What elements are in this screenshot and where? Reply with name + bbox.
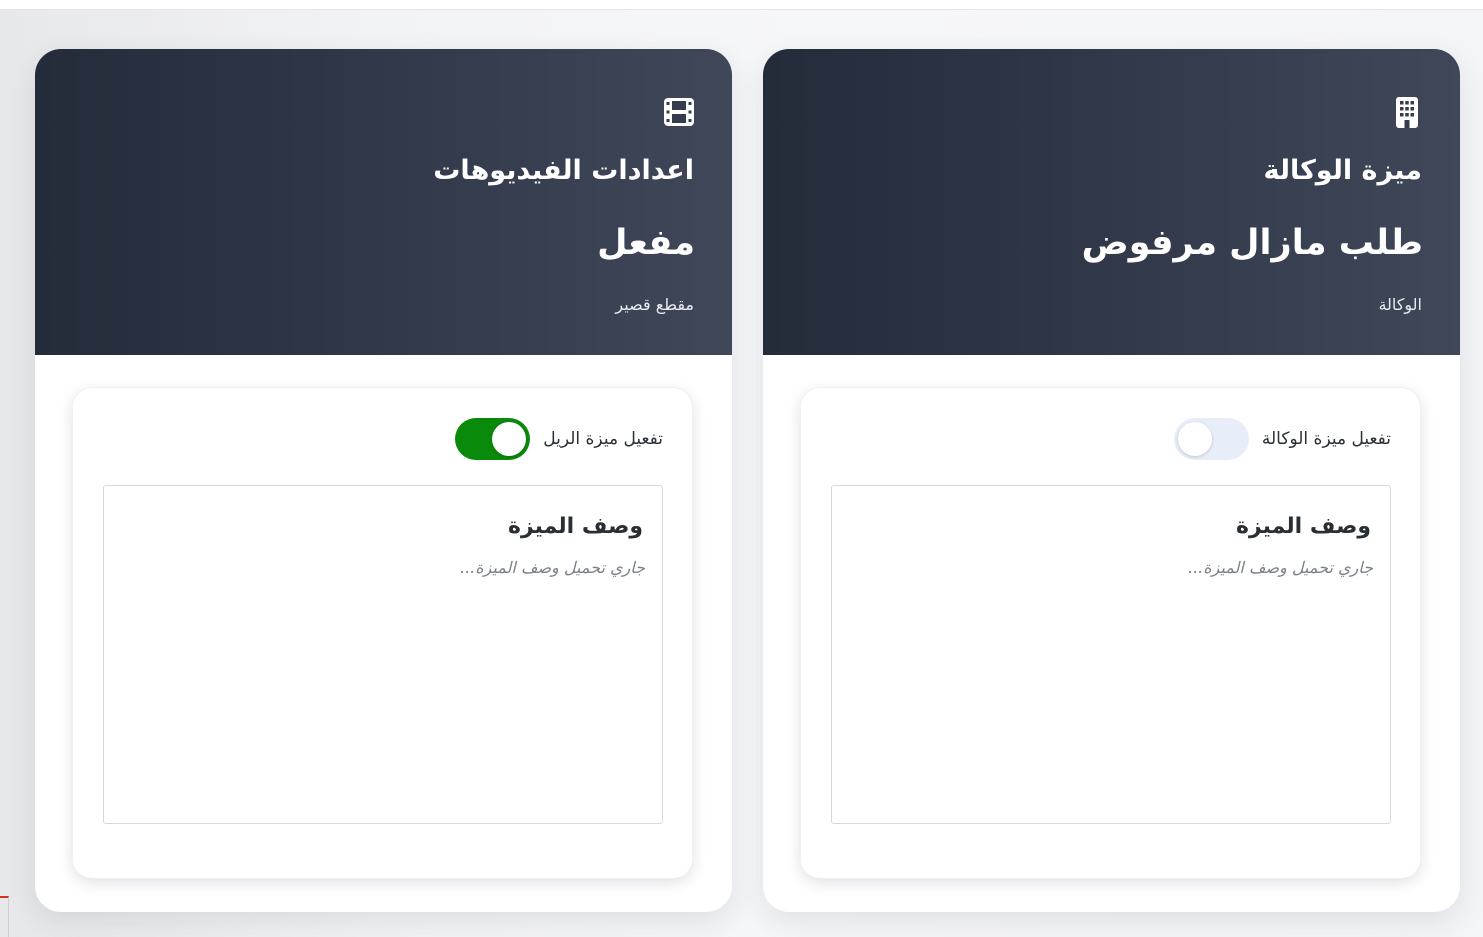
toggle-knob: [492, 422, 527, 456]
description-title: وصف الميزة: [1236, 514, 1371, 539]
card-title: ميزة الوكالة: [1263, 155, 1422, 186]
description-title: وصف الميزة: [508, 514, 643, 539]
card-title: اعدادات الفيديوهات: [433, 155, 694, 186]
card-header: ميزة الوكالة طلب مازال مرفوض الوكالة: [763, 49, 1460, 355]
toggle-knob: [1177, 422, 1212, 456]
building-icon: [1396, 97, 1418, 128]
description-loading-text: جاري تحميل وصف الميزة...: [1188, 558, 1373, 577]
card-subtitle: مقطع قصير: [615, 295, 694, 314]
card-header: اعدادات الفيديوهات مفعل مقطع قصير: [35, 49, 732, 355]
video-settings-card: اعدادات الفيديوهات مفعل مقطع قصير تفعيل …: [35, 49, 732, 912]
agency-toggle-row: تفعيل ميزة الوكالة: [1173, 418, 1391, 460]
feature-description-box: وصف الميزة جاري تحميل وصف الميزة...: [103, 485, 663, 824]
corner-edge-mark: [0, 896, 9, 937]
feature-panel: تفعيل ميزة الريل وصف الميزة جاري تحميل و…: [72, 387, 693, 879]
feature-description-box: وصف الميزة جاري تحميل وصف الميزة...: [831, 485, 1391, 824]
agency-toggle-label: تفعيل ميزة الوكالة: [1261, 429, 1391, 449]
film-icon: [664, 98, 694, 126]
description-loading-text: جاري تحميل وصف الميزة...: [460, 558, 645, 577]
agency-feature-toggle[interactable]: [1173, 418, 1249, 460]
top-bar: [0, 0, 1483, 10]
reel-toggle-label: تفعيل ميزة الريل: [543, 429, 663, 449]
feature-status: طلب مازال مرفوض: [1081, 223, 1423, 263]
reel-feature-toggle[interactable]: [455, 418, 531, 460]
card-subtitle: الوكالة: [1378, 295, 1422, 314]
feature-status: مفعل: [597, 223, 695, 263]
agency-feature-card: ميزة الوكالة طلب مازال مرفوض الوكالة تفع…: [763, 49, 1460, 912]
feature-panel: تفعيل ميزة الوكالة وصف الميزة جاري تحميل…: [800, 387, 1421, 879]
reel-toggle-row: تفعيل ميزة الريل: [455, 418, 663, 460]
